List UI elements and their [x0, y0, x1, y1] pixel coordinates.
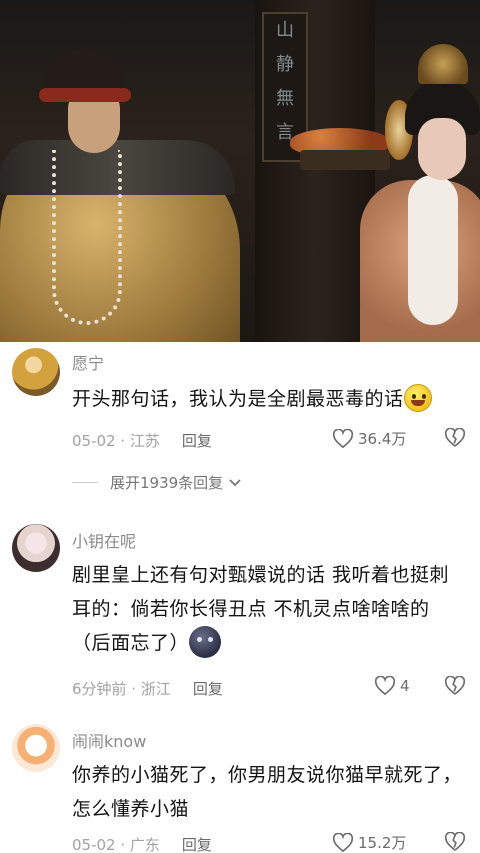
- comment-text[interactable]: 你养的小猫死了，你男朋友说你猫早就死了，怎么懂养小猫: [72, 758, 468, 826]
- dark-face-icon: [189, 625, 222, 658]
- reply-button[interactable]: 回复: [182, 836, 212, 853]
- broken-heart-icon: [444, 427, 466, 447]
- consort-headdress: [418, 44, 468, 84]
- heart-icon: [332, 428, 354, 448]
- comment-text-body: 剧里皇上还有句对甄嬛说的话 我听着也挺刺耳的：倘若你长得丑点 不机灵点啥啥啥的（…: [72, 564, 450, 654]
- plaque-char: 無: [276, 88, 294, 109]
- comment-date-location: 05-02 · 广东: [72, 836, 160, 853]
- like-count: 15.2万: [358, 834, 407, 852]
- comment-username[interactable]: 闹闹know: [72, 728, 146, 752]
- comment-date-location: 6分钟前 · 浙江: [72, 680, 171, 698]
- expand-replies-label: 展开1939条回复: [110, 474, 224, 492]
- comment-date-location: 05-02 · 江苏: [72, 432, 160, 450]
- divider-line: [72, 482, 98, 483]
- plaque-char: 山: [276, 20, 294, 41]
- reply-button[interactable]: 回复: [182, 432, 212, 450]
- expand-replies-button[interactable]: 展开1939条回复: [72, 472, 243, 493]
- video-frame[interactable]: 山 静 無 言: [0, 0, 480, 342]
- heart-icon: [374, 676, 396, 696]
- court-beads: [52, 150, 122, 325]
- table: [300, 150, 390, 170]
- like-button[interactable]: 36.4万: [332, 428, 406, 449]
- comment-text-body: 开头那句话，我认为是全剧最恶毒的话: [72, 388, 404, 410]
- avatar[interactable]: [12, 524, 60, 572]
- comment-meta: 6分钟前 · 浙江 回复: [72, 678, 223, 699]
- dislike-button[interactable]: [444, 427, 466, 452]
- broken-heart-icon: [444, 831, 466, 851]
- like-button[interactable]: 4: [374, 676, 410, 696]
- like-count: 36.4万: [358, 430, 407, 448]
- comment-text[interactable]: 剧里皇上还有句对甄嬛说的话 我听着也挺刺耳的：倘若你长得丑点 不机灵点啥啥啥的（…: [72, 558, 468, 660]
- like-button[interactable]: 15.2万: [332, 832, 406, 853]
- consort-face: [418, 118, 466, 180]
- heart-icon: [332, 832, 354, 852]
- plaque-char: 静: [276, 54, 294, 75]
- comment-text[interactable]: 开头那句话，我认为是全剧最恶毒的话: [72, 382, 468, 416]
- dislike-button[interactable]: [444, 831, 466, 853]
- emperor-hat: [39, 48, 131, 102]
- comment-username[interactable]: 愿宁: [72, 350, 104, 374]
- chevron-down-icon: [229, 478, 241, 486]
- comment-list: 愿宁 开头那句话，我认为是全剧最恶毒的话 05-02 · 江苏 回复 36.4万 …: [0, 342, 480, 853]
- dislike-button[interactable]: [444, 675, 466, 700]
- avatar[interactable]: [12, 348, 60, 396]
- like-count: 4: [400, 677, 410, 695]
- reply-button[interactable]: 回复: [193, 680, 223, 698]
- comment-username[interactable]: 小钥在呢: [72, 528, 136, 552]
- comment-meta: 05-02 · 广东 回复: [72, 834, 212, 853]
- comment-meta: 05-02 · 江苏 回复: [72, 430, 212, 451]
- grinning-face-icon: [403, 383, 432, 412]
- avatar[interactable]: [12, 724, 60, 772]
- broken-heart-icon: [444, 675, 466, 695]
- consort-fur-trim: [408, 175, 458, 325]
